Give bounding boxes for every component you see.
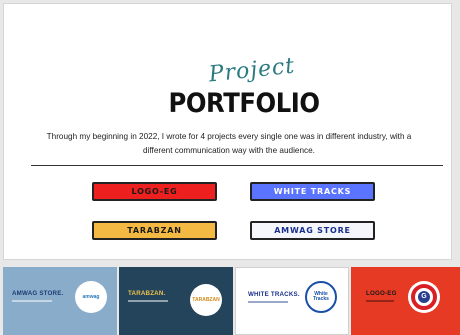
amwag-store-button[interactable]: AMWAG STORE xyxy=(250,221,375,240)
logo-eg-button[interactable]: LOGO-EG xyxy=(92,182,217,201)
description-text: Through my beginning in 2022, I wrote fo… xyxy=(46,132,412,155)
thumbnail-title: LOGO-EG xyxy=(366,290,397,297)
thumbnail-white-tracks[interactable]: WHITE TRACKS. White Tracks xyxy=(235,267,349,335)
amwag-logo-icon: amwag xyxy=(75,281,107,313)
thumbnail-subtitle-line xyxy=(128,300,168,302)
logo-eg-ring-icon: G xyxy=(411,284,437,310)
page-title: PORTFOLIO xyxy=(168,88,320,119)
tarabzan-logo-icon: TARABZAN xyxy=(190,284,222,316)
thumbnail-logo-eg[interactable]: LOGO-EG G xyxy=(351,267,460,335)
logo-eg-letter: G xyxy=(418,291,430,303)
thumbnail-amwag-store[interactable]: AMWAG STORE. amwag xyxy=(3,267,117,335)
thumbnail-title: AMWAG STORE. xyxy=(12,290,64,297)
divider xyxy=(31,165,443,166)
logo-eg-logo-icon: G xyxy=(408,281,440,313)
thumbnail-tarabzan[interactable]: TARABZAN. TARABZAN xyxy=(119,267,233,335)
tarabzan-button[interactable]: TARABZAN xyxy=(92,221,217,240)
white-tracks-logo-icon: White Tracks xyxy=(305,281,337,313)
thumbnail-title: WHITE TRACKS. xyxy=(248,291,300,298)
portfolio-slide: Project PORTFOLIO Through my beginning i… xyxy=(3,3,452,260)
thumbnail-subtitle-line xyxy=(12,300,52,302)
script-title: Project xyxy=(207,53,297,88)
thumbnail-subtitle-line xyxy=(366,300,394,302)
thumbnail-subtitle-line xyxy=(248,301,288,303)
white-tracks-button[interactable]: WHITE TRACKS xyxy=(250,182,375,201)
thumbnail-title: TARABZAN. xyxy=(128,290,166,297)
